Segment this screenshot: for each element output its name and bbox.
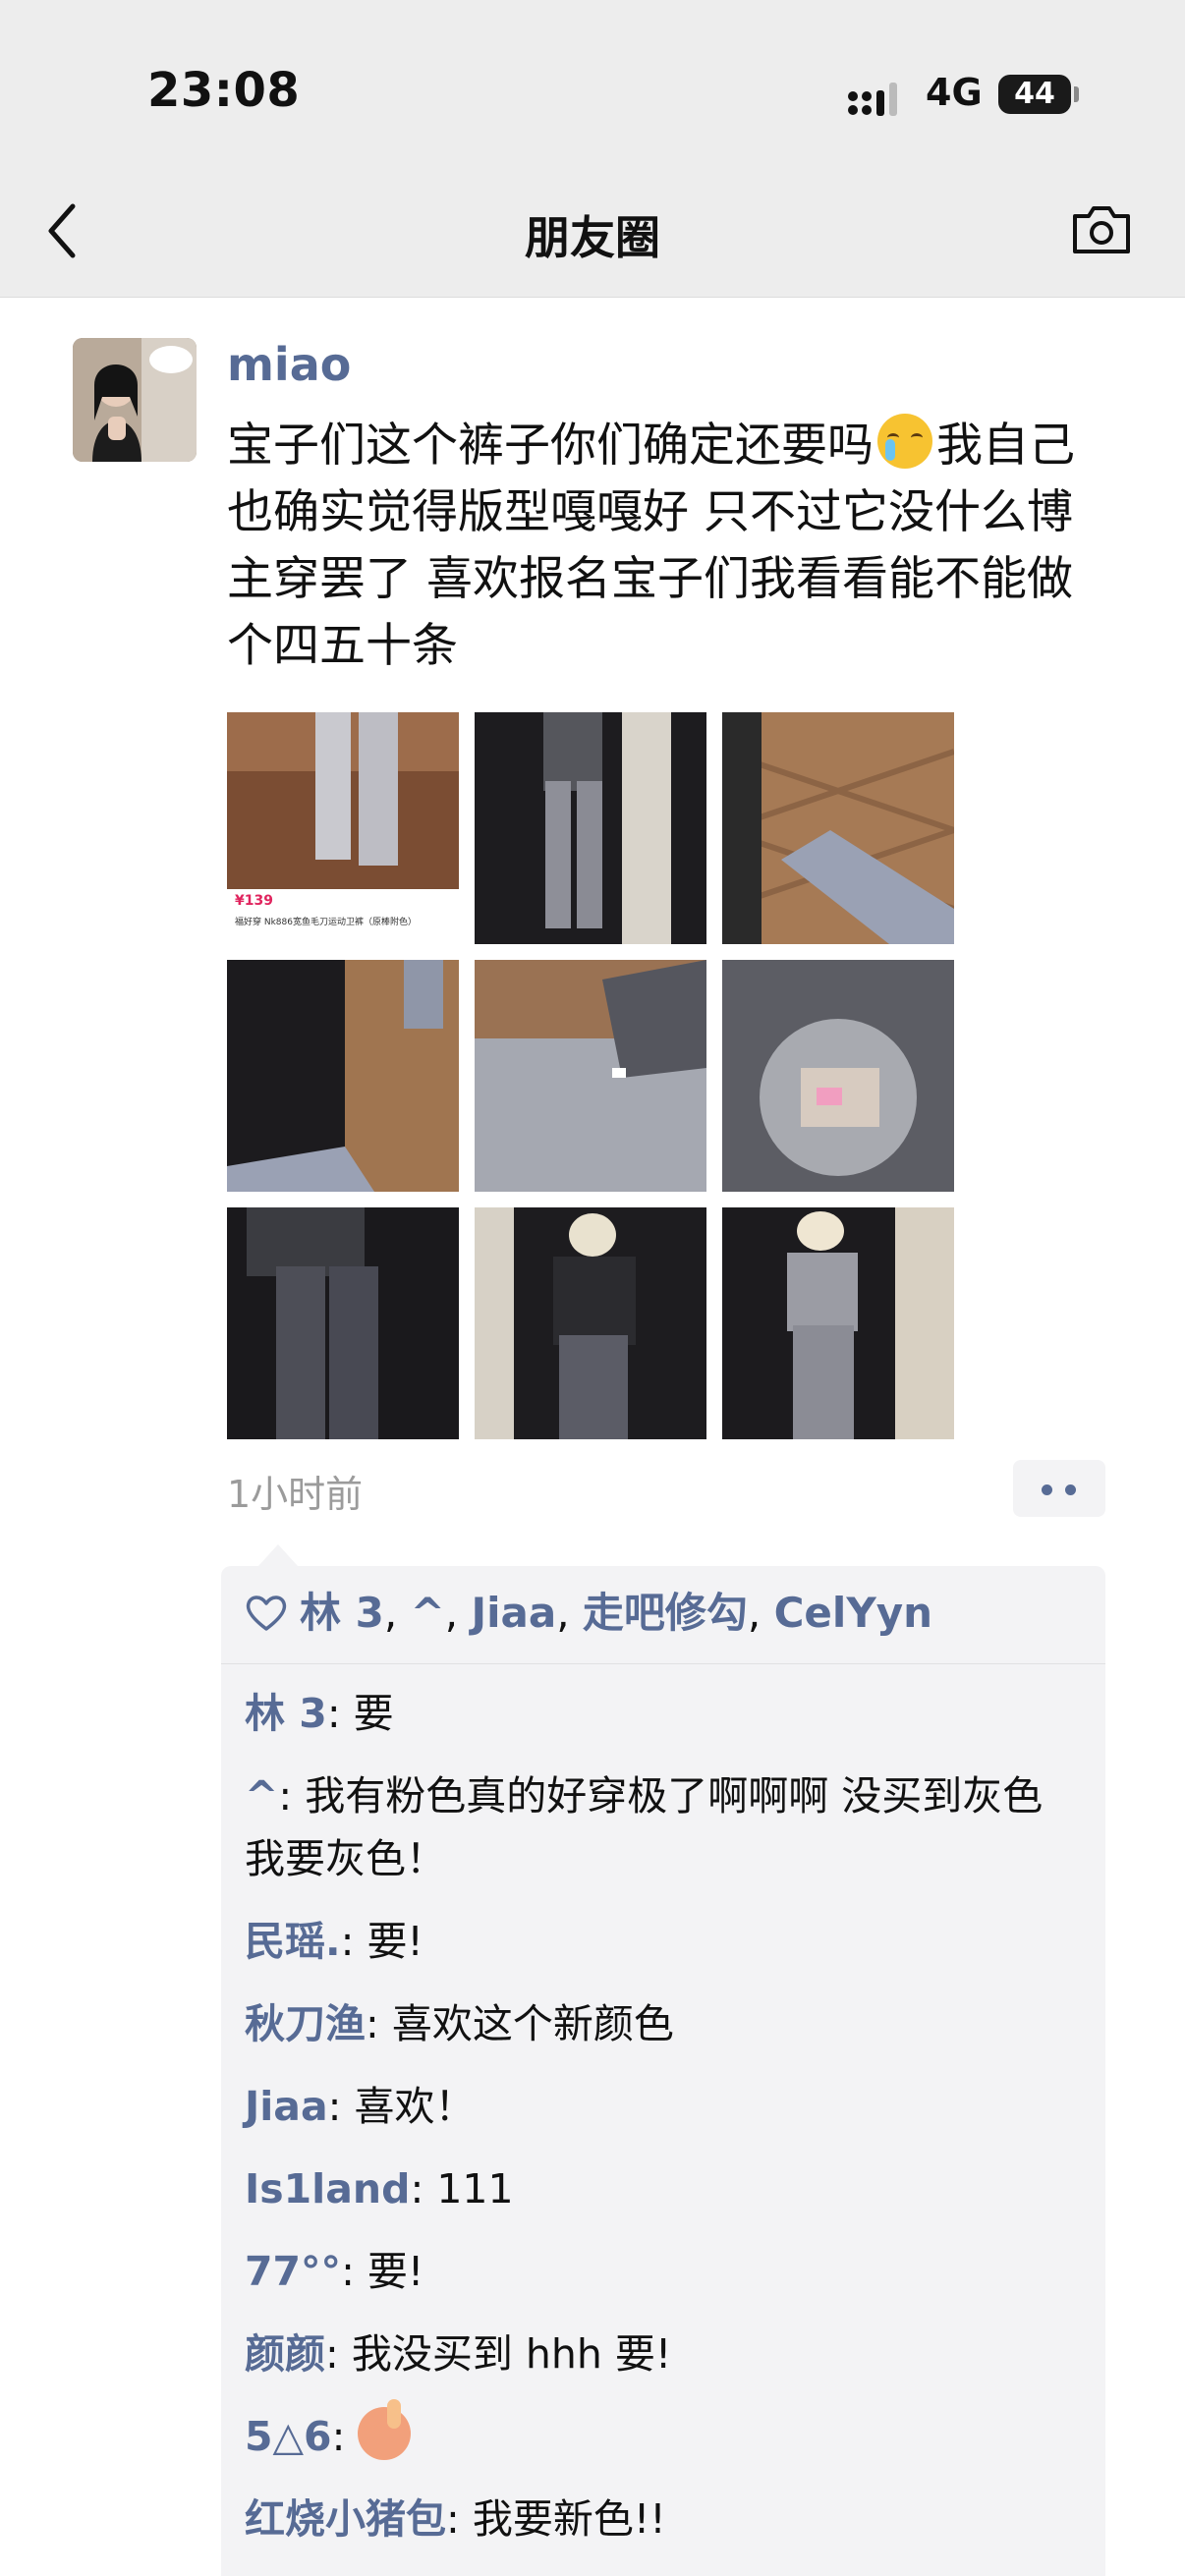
liker-name[interactable]: 林 3 — [300, 1589, 384, 1637]
top-bar: 23:08 4G 44 朋友圈 — [0, 0, 1185, 298]
comment-list: 林 3: 要 ^: 我有粉色真的好穿极了啊啊啊 没买到灰色 我要灰色！ 民瑶.:… — [245, 1682, 1080, 2570]
crying-face-emoji-icon — [877, 414, 932, 469]
more-dot-2 — [1065, 1484, 1076, 1495]
photo-1-price: ¥139 — [235, 893, 273, 909]
comment-text: 要! — [367, 1918, 423, 1965]
comment-author[interactable]: Is1land — [245, 2165, 410, 2212]
comment-text: 111 — [436, 2165, 514, 2212]
comment-text: 我要新色!! — [472, 2495, 666, 2543]
comment-text: 喜欢这个新颜色 — [391, 2000, 674, 2047]
comment-author[interactable]: 5△6 — [245, 2413, 332, 2460]
comment-author[interactable]: 颜颜 — [245, 2330, 325, 2378]
photo-1[interactable]: ¥139 福好穿 Nk886宽鱼毛刀运动卫裤（原棒附色） — [227, 712, 459, 944]
comment-text: 要! — [367, 2248, 424, 2295]
page-title: 朋友圈 — [525, 211, 660, 264]
post-author-name[interactable]: miao — [227, 338, 351, 391]
liker-name[interactable]: ^ — [411, 1589, 445, 1637]
comment-item[interactable]: 民瑶.: 要! — [245, 1910, 1080, 1973]
liker-name[interactable]: Jiaa — [471, 1589, 556, 1637]
likes-comments-panel: 林 3, ^, Jiaa, 走吧修勾, CelYyn 林 3: 要 ^: 我有粉… — [221, 1544, 1105, 2576]
post-timestamp: 1小时前 — [227, 1473, 364, 1516]
photo-2[interactable] — [475, 712, 706, 944]
comment-item[interactable]: Jiaa: 喜欢！ — [245, 2075, 1080, 2138]
photo-9[interactable] — [722, 1207, 954, 1439]
comment-author[interactable]: 林 3 — [245, 1690, 327, 1737]
divider — [221, 1663, 1105, 1664]
photo-3[interactable] — [722, 712, 954, 944]
photo-7[interactable] — [227, 1207, 459, 1439]
cellular-signal-icon — [848, 83, 897, 116]
comment-item[interactable]: 颜颜: 我没买到 hhh 要! — [245, 2323, 1080, 2385]
photo-6[interactable] — [722, 960, 954, 1192]
comment-text: 喜欢！ — [354, 2083, 476, 2130]
avatar[interactable] — [73, 338, 197, 462]
heart-icon — [246, 1596, 287, 1631]
person-raising-hand-icon — [358, 2399, 412, 2460]
photo-5[interactable] — [475, 960, 706, 1192]
comment-author[interactable]: 77°° — [245, 2248, 341, 2295]
photo-4[interactable] — [227, 960, 459, 1192]
comment-author[interactable]: Jiaa — [245, 2083, 328, 2130]
liker-name[interactable]: 走吧修勾 — [583, 1589, 748, 1637]
comment-item[interactable]: 红烧小猪包: 我要新色!! — [245, 2488, 1080, 2550]
photo-grid: ¥139 福好穿 Nk886宽鱼毛刀运动卫裤（原棒附色） — [227, 712, 954, 1441]
comment-text: 要 — [353, 1690, 394, 1737]
status-time: 23:08 — [147, 63, 301, 118]
comment-item[interactable]: 77°°: 要! — [245, 2240, 1080, 2303]
comment-item[interactable]: 秋刀渔: 喜欢这个新颜色 — [245, 1992, 1080, 2055]
comment-item[interactable]: 5△6: — [245, 2399, 1080, 2468]
post-text: 宝子们这个裤子你们确定还要吗 我自己也确实觉得版型嘎嘎好 只不过它没什么博主穿罢了… — [227, 413, 1092, 680]
comment-author[interactable]: 秋刀渔 — [245, 2000, 366, 2047]
photo-8[interactable] — [475, 1207, 706, 1439]
photo-1-desc: 福好穿 Nk886宽鱼毛刀运动卫裤（原棒附色） — [235, 918, 417, 927]
more-actions-button[interactable] — [1013, 1460, 1105, 1517]
comment-author[interactable]: 民瑶. — [245, 1918, 341, 1965]
battery-icon: 44 — [998, 75, 1071, 114]
comment-author[interactable]: ^ — [245, 1772, 278, 1820]
comment-item[interactable]: ^: 我有粉色真的好穿极了啊啊啊 没买到灰色 我要灰色！ — [245, 1764, 1080, 1890]
comment-item[interactable]: Is1land: 111 — [245, 2157, 1080, 2220]
battery-tip — [1074, 86, 1079, 102]
more-dot-1 — [1042, 1484, 1052, 1495]
likes-row: 林 3, ^, Jiaa, 走吧修勾, CelYyn — [245, 1586, 932, 1641]
post-text-part-1: 宝子们这个裤子你们确定还要吗 — [227, 419, 874, 473]
comment-author[interactable]: 红烧小猪包 — [245, 2495, 446, 2543]
comment-text: 我有粉色真的好穿极了啊啊啊 没买到灰色 我要灰色！ — [245, 1772, 1044, 1882]
network-type: 4G — [926, 71, 983, 114]
avatar-image — [73, 338, 197, 462]
comment-text: 我没买到 hhh 要! — [351, 2330, 672, 2378]
camera-button[interactable] — [1069, 202, 1134, 257]
comment-item[interactable]: 林 3: 要 — [245, 1682, 1080, 1745]
liker-name[interactable]: CelYyn — [774, 1589, 932, 1637]
